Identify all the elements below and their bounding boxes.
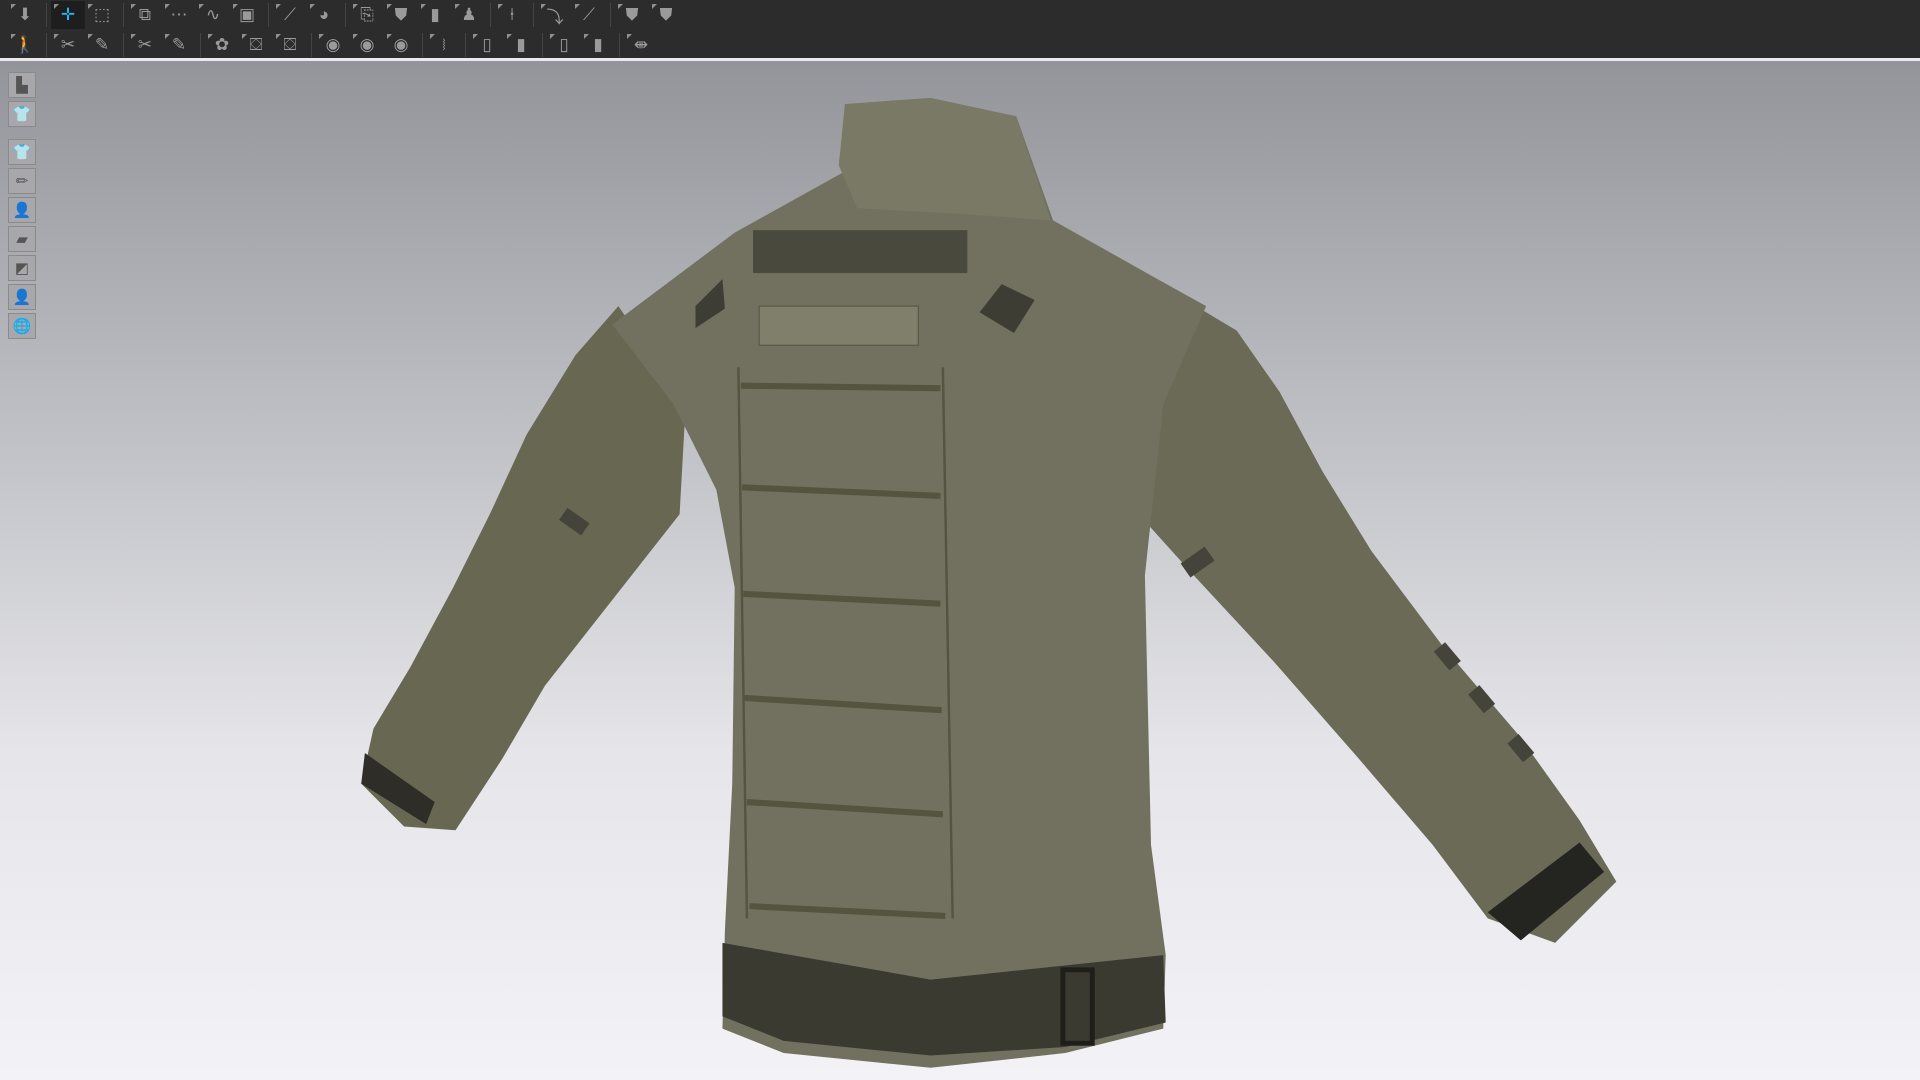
back-yoke-strip [753,230,968,274]
right-sleeve [1138,293,1617,943]
collar [838,97,1051,221]
3d-viewport[interactable] [0,0,1920,1080]
back-patch [758,305,919,346]
jacket-3d-model [361,97,1617,1068]
left-sleeve [361,306,686,831]
